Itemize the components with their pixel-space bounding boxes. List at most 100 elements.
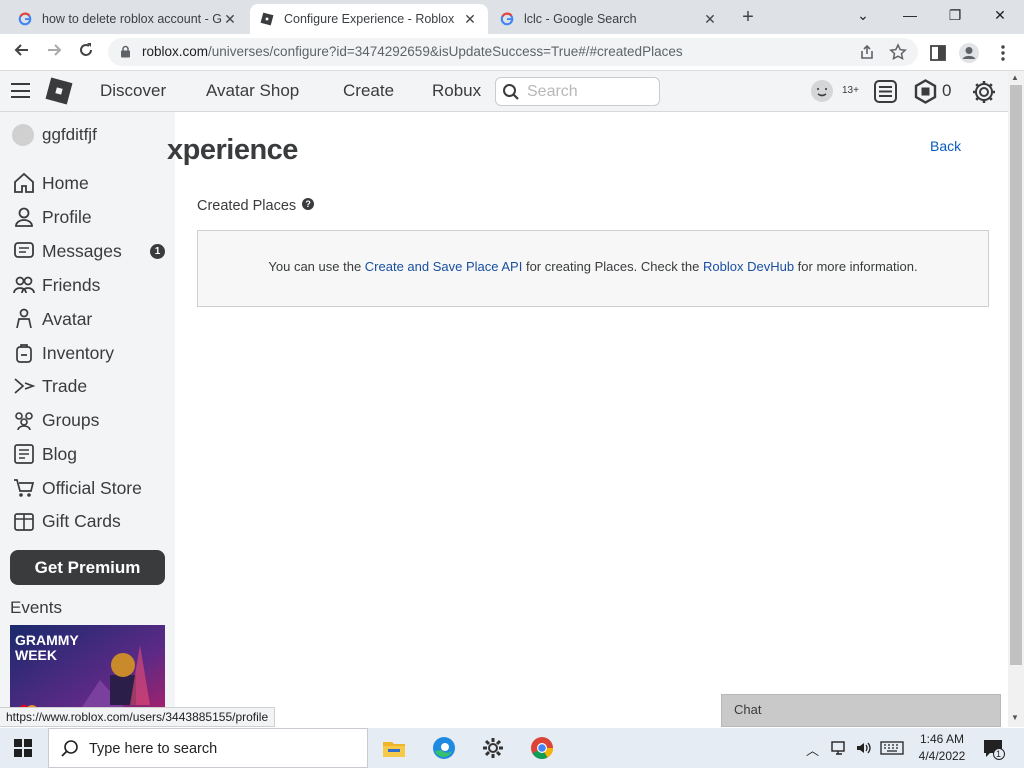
create-save-place-api-link[interactable]: Create and Save Place API xyxy=(365,259,523,274)
help-question-icon[interactable]: ? xyxy=(302,198,315,210)
sidebar-item-profile[interactable]: Profile xyxy=(12,203,170,231)
sidebar-item-messages[interactable]: Messages 1 xyxy=(12,237,170,265)
profile-avatar-icon[interactable] xyxy=(958,42,980,64)
created-places-heading: Created Places ? xyxy=(197,198,315,214)
bookmark-star-icon[interactable] xyxy=(889,43,907,61)
show-hidden-icons-chevron-icon[interactable]: ︿ xyxy=(806,740,819,759)
back-arrow-icon[interactable] xyxy=(10,41,34,65)
user-avatar-icon[interactable] xyxy=(810,79,834,103)
browser-tab-strip: how to delete roblox account - G ✕ Confi… xyxy=(0,0,1024,34)
events-heading: Events xyxy=(10,598,62,617)
forward-arrow-icon[interactable] xyxy=(42,41,66,65)
search-input[interactable] xyxy=(527,81,652,103)
info-text-middle: for creating Places. Check the xyxy=(522,259,703,274)
sidebar-item-trade[interactable]: Trade xyxy=(12,372,170,400)
google-icon xyxy=(18,12,32,26)
avatar-icon xyxy=(16,308,32,329)
address-bar[interactable]: roblox.com/universes/configure?id=347429… xyxy=(108,38,918,66)
browser-menu-icon[interactable] xyxy=(992,42,1014,64)
settings-gear-icon[interactable] xyxy=(971,79,997,105)
profile-icon xyxy=(15,207,33,227)
notifications-list-icon[interactable] xyxy=(873,79,898,104)
get-premium-button[interactable]: Get Premium xyxy=(10,550,165,585)
edge-browser-icon[interactable] xyxy=(430,734,458,762)
windows-taskbar: Type here to search ︿ 1:46 AM 4/4/2022 1 xyxy=(0,728,1024,768)
nav-create[interactable]: Create xyxy=(343,81,394,101)
roblox-logo-icon[interactable] xyxy=(45,77,73,105)
sidebar-item-inventory[interactable]: Inventory xyxy=(12,339,170,367)
nav-avatar-shop[interactable]: Avatar Shop xyxy=(206,81,299,101)
browser-tab-3[interactable]: lclc - Google Search ✕ xyxy=(490,4,728,34)
scrollbar-thumb[interactable] xyxy=(1010,85,1022,665)
maximize-button[interactable]: ❐ xyxy=(935,4,975,26)
search-box[interactable] xyxy=(495,77,660,106)
keyboard-icon[interactable] xyxy=(880,740,904,756)
sidebar-item-label: Inventory xyxy=(42,342,114,363)
taskbar-search-box[interactable]: Type here to search xyxy=(48,728,368,768)
back-link[interactable]: Back xyxy=(930,138,961,154)
minimize-button[interactable]: — xyxy=(890,4,930,26)
volume-icon[interactable] xyxy=(855,739,873,757)
roblox-devhub-link[interactable]: Roblox DevHub xyxy=(703,259,794,274)
side-panel-icon[interactable] xyxy=(927,42,949,64)
created-places-info-box: You can use the Create and Save Place AP… xyxy=(197,230,989,307)
inventory-icon xyxy=(16,344,32,363)
network-icon[interactable] xyxy=(830,739,848,757)
username: ggfditfjf xyxy=(42,125,97,144)
lock-icon[interactable] xyxy=(120,45,131,58)
page-title: xperience xyxy=(167,134,298,166)
search-icon xyxy=(61,740,78,757)
info-text-prefix: You can use the xyxy=(268,259,365,274)
browser-tab-1[interactable]: how to delete roblox account - G ✕ xyxy=(8,4,248,34)
close-window-button[interactable]: ✕ xyxy=(980,4,1020,26)
nav-discover[interactable]: Discover xyxy=(100,81,166,101)
page-scrollbar[interactable]: ▲ ▼ xyxy=(1008,71,1024,727)
sidebar-item-avatar[interactable]: Avatar xyxy=(12,305,170,333)
sidebar-item-gift-cards[interactable]: Gift Cards xyxy=(12,507,170,535)
event-banner-title-2: WEEK xyxy=(15,647,57,663)
section-title: Created Places xyxy=(197,198,297,214)
url-text[interactable]: roblox.com/universes/configure?id=347429… xyxy=(142,44,683,59)
browser-tab-title: how to delete roblox account - G xyxy=(42,12,222,26)
info-message: You can use the Create and Save Place AP… xyxy=(198,259,988,274)
browser-tab-title: Configure Experience - Roblox xyxy=(284,12,455,26)
reload-icon[interactable] xyxy=(74,41,98,65)
sidebar-item-blog[interactable]: Blog xyxy=(12,440,170,468)
sidebar-item-official-store[interactable]: Official Store xyxy=(12,474,170,502)
event-banner-title-1: GRAMMY xyxy=(15,632,79,648)
new-tab-button[interactable]: + xyxy=(737,6,759,28)
chat-label: Chat xyxy=(734,702,762,717)
settings-gear-icon[interactable] xyxy=(479,734,507,762)
sidebar-item-home[interactable]: Home xyxy=(12,169,170,197)
scroll-up-arrow-icon[interactable]: ▲ xyxy=(1011,73,1019,82)
chrome-browser-icon[interactable] xyxy=(528,734,556,762)
user-profile-link[interactable]: ggfditfjf xyxy=(12,124,97,146)
file-explorer-icon[interactable] xyxy=(380,734,408,762)
robux-balance[interactable]: 0 xyxy=(942,81,951,101)
close-tab-icon[interactable]: ✕ xyxy=(702,11,718,28)
friends-icon xyxy=(13,276,35,294)
close-tab-icon[interactable]: ✕ xyxy=(462,11,478,28)
tab-search-button[interactable]: ⌄ xyxy=(843,4,883,26)
notification-center-icon[interactable] xyxy=(982,738,1006,760)
browser-tab-2[interactable]: Configure Experience - Roblox ✕ xyxy=(250,4,488,34)
groups-icon xyxy=(15,412,33,431)
share-icon[interactable] xyxy=(858,43,876,61)
scroll-down-arrow-icon[interactable]: ▼ xyxy=(1011,713,1019,722)
browser-toolbar: roblox.com/universes/configure?id=347429… xyxy=(0,34,1024,71)
chat-panel[interactable]: Chat xyxy=(721,694,1001,727)
taskbar-clock[interactable]: 1:46 AM 4/4/2022 xyxy=(912,731,972,765)
search-icon xyxy=(503,84,519,100)
nav-robux[interactable]: Robux xyxy=(432,81,481,101)
hamburger-menu-icon[interactable] xyxy=(11,83,30,98)
sidebar-item-label: Official Store xyxy=(42,477,142,498)
sidebar-item-friends[interactable]: Friends xyxy=(12,271,170,299)
sidebar-item-label: Friends xyxy=(42,274,101,295)
windows-start-icon[interactable] xyxy=(14,739,32,757)
link-status-url: https://www.roblox.com/users/3443885155/… xyxy=(0,707,276,727)
url-domain: roblox.com xyxy=(142,44,209,59)
robux-icon[interactable] xyxy=(913,79,938,104)
close-tab-icon[interactable]: ✕ xyxy=(222,11,238,28)
sidebar-item-groups[interactable]: Groups xyxy=(12,406,170,434)
main-content: xperience Back Created Places ? You can … xyxy=(167,112,1008,727)
